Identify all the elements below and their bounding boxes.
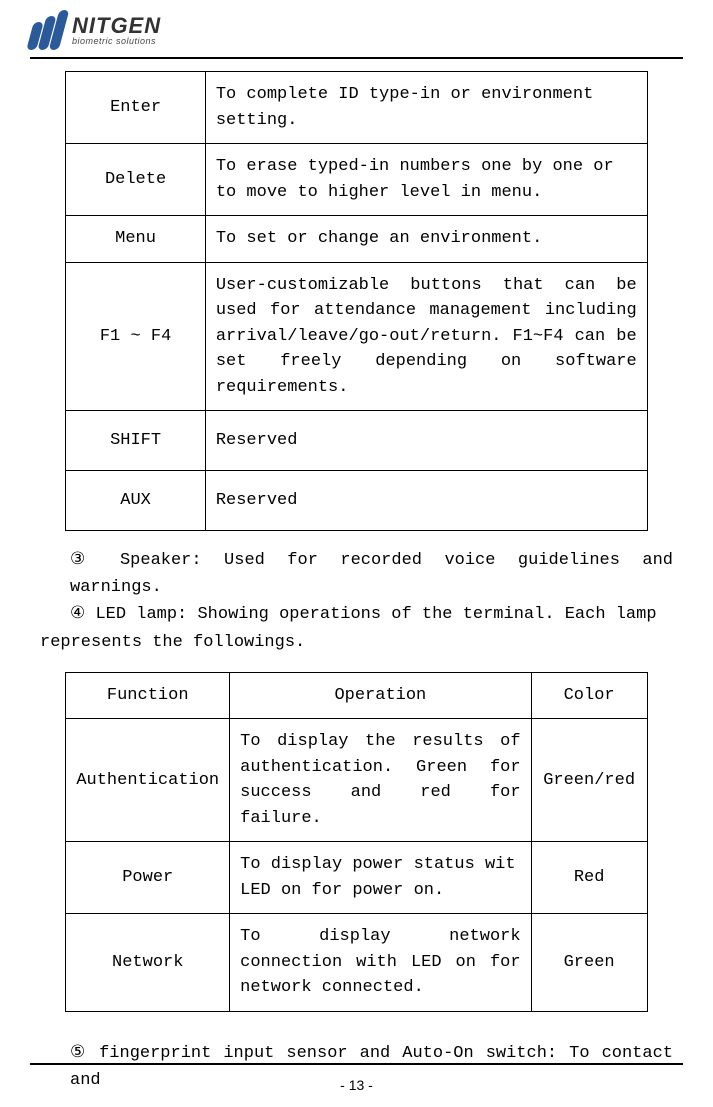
table-header-row: Function Operation Color <box>66 672 647 719</box>
brand-subtitle: biometric solutions <box>72 37 161 46</box>
paragraph-line: ④ LED lamp: Showing operations of the te… <box>70 601 657 628</box>
key-desc: Reserved <box>205 411 647 471</box>
key-desc: User-customizable buttons that can be us… <box>205 262 647 411</box>
paragraph-speaker-led: ③ Speaker: Used for recorded voice guide… <box>40 547 673 656</box>
key-label: Delete <box>66 144 206 216</box>
table-row: F1 ~ F4 User-customizable buttons that c… <box>66 262 647 411</box>
logo-bars-icon <box>30 10 64 50</box>
col-operation-header: Operation <box>230 672 531 719</box>
key-desc: Reserved <box>205 471 647 531</box>
key-label: AUX <box>66 471 206 531</box>
key-desc: To set or change an environment. <box>205 216 647 263</box>
brand-name: NITGEN <box>72 15 161 37</box>
table-row: AUX Reserved <box>66 471 647 531</box>
table-row: Enter To complete ID type-in or environm… <box>66 72 647 144</box>
paragraph-line: ③ Speaker: Used for recorded voice guide… <box>70 547 673 601</box>
table-row: SHIFT Reserved <box>66 411 647 471</box>
table-row: Network To display network connection wi… <box>66 914 647 1012</box>
paragraph-line: represents the followings. <box>40 633 305 652</box>
key-label: Menu <box>66 216 206 263</box>
logo-text: NITGEN biometric solutions <box>72 15 161 46</box>
doc-header: NITGEN biometric solutions <box>0 0 713 55</box>
fn-color: Red <box>531 842 647 914</box>
key-label: Enter <box>66 72 206 144</box>
col-color-header: Color <box>531 672 647 719</box>
led-function-table: Function Operation Color Authentication … <box>65 672 647 1012</box>
table-row: Delete To erase typed-in numbers one by … <box>66 144 647 216</box>
fn-op: To display network connection with LED o… <box>230 914 531 1012</box>
page-content: Enter To complete ID type-in or environm… <box>0 71 713 1094</box>
fn-op: To display the results of authentication… <box>230 719 531 842</box>
col-function-header: Function <box>66 672 230 719</box>
fn-label: Network <box>66 914 230 1012</box>
table-row: Power To display power status wit LED on… <box>66 842 647 914</box>
table-row: Menu To set or change an environment. <box>66 216 647 263</box>
key-label: SHIFT <box>66 411 206 471</box>
key-desc: To complete ID type-in or environment se… <box>205 72 647 144</box>
page-number: - 13 - <box>0 1077 713 1093</box>
fn-color: Green/red <box>531 719 647 842</box>
key-desc: To erase typed-in numbers one by one or … <box>205 144 647 216</box>
fn-label: Authentication <box>66 719 230 842</box>
table-row: Authentication To display the results of… <box>66 719 647 842</box>
footer-divider <box>30 1063 683 1065</box>
key-label: F1 ~ F4 <box>66 262 206 411</box>
fn-label: Power <box>66 842 230 914</box>
fn-op: To display power status wit LED on for p… <box>230 842 531 914</box>
fn-color: Green <box>531 914 647 1012</box>
header-divider <box>30 57 683 59</box>
key-definition-table: Enter To complete ID type-in or environm… <box>65 71 647 531</box>
